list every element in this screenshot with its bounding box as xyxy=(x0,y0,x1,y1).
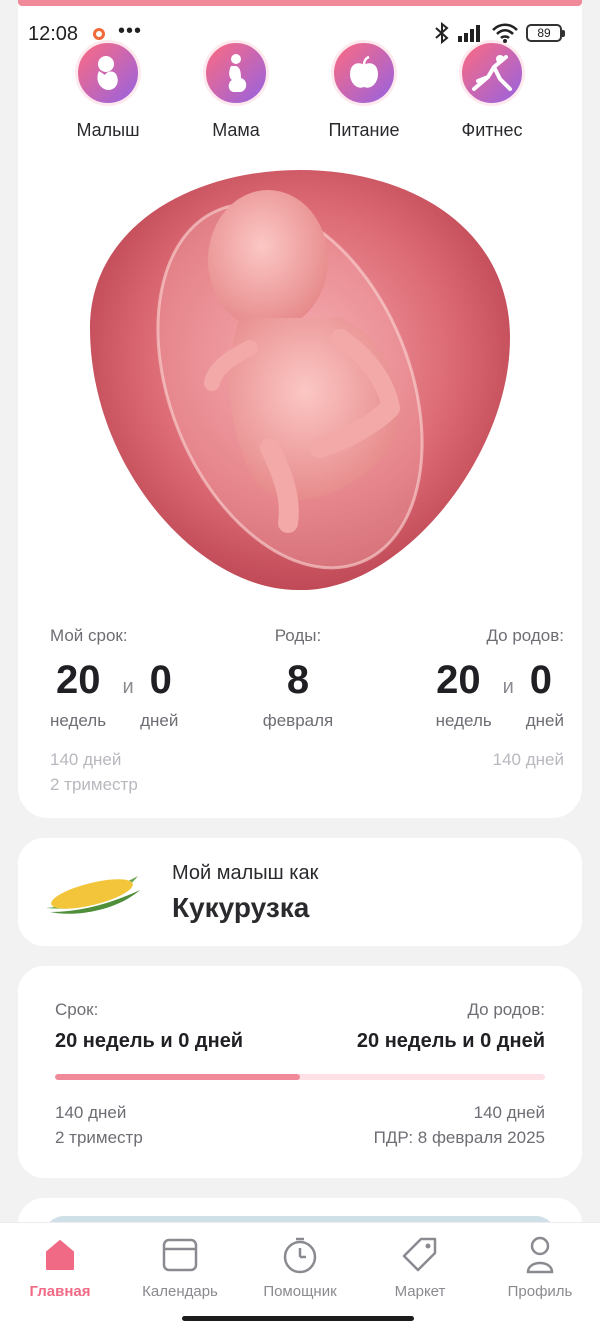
status-bar: 12:08 ••• 89 xyxy=(0,16,600,52)
progress-right-days: 140 дней xyxy=(473,1103,545,1122)
progress-left-days: 140 дней xyxy=(55,1103,127,1122)
category-nutrition[interactable]: Питание xyxy=(300,40,428,141)
profile-icon xyxy=(480,1235,600,1275)
due-date: ПДР: 8 февраля 2025 xyxy=(373,1128,545,1147)
weeks-unit: недель xyxy=(435,711,492,730)
progress-term-label: Срок: xyxy=(55,1000,99,1019)
signal-icon xyxy=(458,25,480,42)
more-notifications-icon: ••• xyxy=(118,20,143,42)
baby-size-subtitle: Мой малыш как xyxy=(172,862,319,884)
category-label: Малыш xyxy=(76,120,140,140)
battery-icon: 89 xyxy=(526,24,565,42)
days-unit: дней xyxy=(525,711,564,730)
and-label: и xyxy=(502,676,514,698)
main-card: Малыш Мама Питание Фитнес Мой срок: 20 и… xyxy=(18,0,582,818)
nav-home[interactable]: Главная xyxy=(0,1223,120,1332)
progress-card: Срок: До родов: 20 недель и 0 дней 20 не… xyxy=(18,966,582,1178)
progress-left-info: 140 дней 2 триместр xyxy=(55,1100,143,1150)
baby-size-title: Кукурузка xyxy=(172,892,310,923)
progress-until-label: До родов: xyxy=(467,1000,545,1019)
category-baby[interactable]: Малыш xyxy=(44,40,172,141)
category-fitness[interactable]: Фитнес xyxy=(428,40,556,141)
calendar-icon xyxy=(120,1235,240,1275)
tag-icon xyxy=(360,1235,480,1275)
progress-left-trimester: 2 триместр xyxy=(55,1128,143,1147)
nav-label: Календарь xyxy=(142,1283,218,1300)
until-total-days: 140 дней xyxy=(492,750,564,769)
recording-icon xyxy=(93,28,105,40)
nav-label: Помощник xyxy=(263,1283,337,1300)
nav-label: Маркет xyxy=(394,1283,446,1300)
category-label: Мама xyxy=(212,120,260,140)
birth-month: февраля xyxy=(262,711,334,730)
top-accent-line xyxy=(18,0,582,6)
until-heading: До родов: xyxy=(486,626,564,645)
category-label: Фитнес xyxy=(461,120,523,140)
wifi-icon xyxy=(492,23,518,43)
home-icon xyxy=(0,1235,120,1275)
bluetooth-icon xyxy=(435,22,449,44)
baby-size-card[interactable]: Мой малыш как Кукурузка xyxy=(18,838,582,946)
progress-term-value: 20 недель и 0 дней xyxy=(55,1030,244,1052)
home-indicator[interactable] xyxy=(182,1316,414,1321)
progress-bar-fill xyxy=(55,1074,300,1080)
category-label: Питание xyxy=(328,120,400,140)
until-column: До родов: 20 и 0 недель дней 140 дней xyxy=(436,626,564,772)
corn-icon xyxy=(46,876,140,914)
nav-label: Профиль xyxy=(507,1283,573,1300)
timer-icon xyxy=(240,1235,360,1275)
term-total-days: 140 дней xyxy=(50,750,122,769)
fetus-image xyxy=(90,168,510,592)
term-trimester: 2 триместр xyxy=(50,775,138,794)
progress-until-value: 20 недель и 0 дней xyxy=(356,1030,545,1052)
nav-profile[interactable]: Профиль xyxy=(480,1223,600,1332)
category-mom[interactable]: Мама xyxy=(172,40,300,141)
until-days: 0 xyxy=(529,658,552,702)
until-weeks: 20 xyxy=(436,658,481,702)
progress-bar xyxy=(55,1074,545,1080)
progress-right-info: 140 дней ПДР: 8 февраля 2025 xyxy=(374,1100,545,1150)
nav-label: Главная xyxy=(29,1283,91,1300)
birth-day: 8 xyxy=(286,658,310,702)
status-time: 12:08 xyxy=(28,23,79,45)
pregnancy-stats: Мой срок: 20 и 0 недель дней 140 дней 2 … xyxy=(50,626,564,806)
category-row: Малыш Мама Питание Фитнес xyxy=(18,40,582,141)
